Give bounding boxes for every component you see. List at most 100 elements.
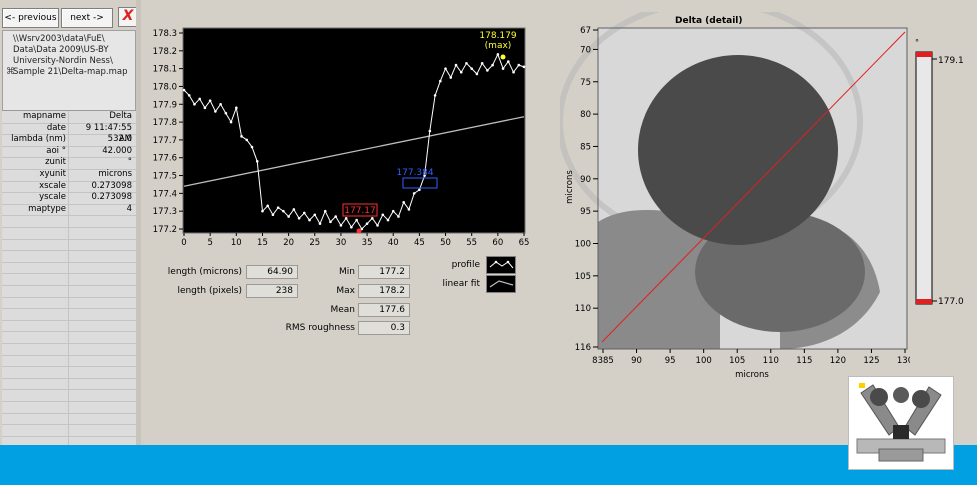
y-tick-label: 177.6 xyxy=(153,154,177,164)
map-x-tick-label: 120 xyxy=(830,356,846,366)
profile-point xyxy=(219,102,222,106)
x-tick-label: 5 xyxy=(207,238,212,248)
profile-point xyxy=(308,218,311,222)
property-row xyxy=(2,424,136,437)
legend-profile-icon[interactable] xyxy=(486,256,516,274)
profile-point xyxy=(475,72,479,76)
max-label: Max xyxy=(336,286,355,296)
map-x-label: microns xyxy=(735,370,769,380)
max-value-label: 178.179 xyxy=(479,31,516,41)
x-axis-ticks: 0 5 10 15 20 25 30 35 40 45 50 55 60 65 xyxy=(181,233,529,248)
profile-point xyxy=(350,225,353,229)
cursor-value-label: 177.384 xyxy=(396,168,433,178)
profile-point xyxy=(428,129,432,133)
properties-table: mapname Delta date 9 11:47:55 AM lambda (nm)… xyxy=(2,110,136,446)
profile-point xyxy=(371,217,374,220)
profile-point xyxy=(266,204,269,208)
ellipsometer-icon xyxy=(856,383,946,462)
profile-point xyxy=(365,222,369,225)
profile-point xyxy=(198,97,201,101)
property-key: maptype xyxy=(28,203,66,214)
profile-point xyxy=(496,53,500,56)
colorbar-min-handle[interactable] xyxy=(916,299,932,304)
instrument-thumbnail xyxy=(848,376,954,470)
profile-point xyxy=(276,206,280,209)
profile-point xyxy=(261,209,264,213)
profile-point xyxy=(193,102,196,106)
colorbar-max-handle[interactable] xyxy=(916,52,932,57)
length-microns-value: 64.90 xyxy=(246,265,298,279)
particle-large xyxy=(638,55,838,245)
max-tag-label: (max) xyxy=(485,41,512,51)
legend-linear-fit-icon[interactable] xyxy=(486,275,516,293)
y-tick-label: 178.1 xyxy=(153,65,177,75)
profile-point xyxy=(329,220,332,224)
profile-point xyxy=(470,67,473,70)
property-value: Delta xyxy=(109,111,132,121)
map-y-tick-label: 105 xyxy=(575,272,591,282)
profile-point xyxy=(480,61,484,65)
profile-point xyxy=(323,209,327,213)
map-y-tick-label: 110 xyxy=(575,304,591,314)
profile-point xyxy=(501,67,505,70)
bottom-bar xyxy=(0,445,977,485)
colorbar: ° 179.1 177.0 xyxy=(915,38,964,307)
property-key: mapname xyxy=(23,111,66,121)
length-pixels-value: 238 xyxy=(246,284,298,298)
y-tick-label: 177.4 xyxy=(153,189,177,199)
map-x-tick-label: 100 xyxy=(696,356,712,366)
colorbar-scale[interactable] xyxy=(915,51,933,305)
mean-value: 177.6 xyxy=(358,303,410,317)
plot-area xyxy=(182,27,526,234)
close-button[interactable]: X xyxy=(118,7,138,27)
map-y-tick-label: 90 xyxy=(580,175,591,185)
profile-point xyxy=(187,94,191,97)
map-y-tick-label: 70 xyxy=(580,45,591,55)
property-key: xscale xyxy=(39,180,66,191)
profile-point xyxy=(355,218,358,222)
profile-point xyxy=(203,106,207,110)
profile-point xyxy=(334,215,337,218)
map-y-tick-label: 75 xyxy=(580,78,591,88)
property-key: lambda (nm) xyxy=(11,134,66,145)
x-tick-label: 15 xyxy=(257,238,268,248)
profile-point xyxy=(240,135,243,138)
mean-label: Mean xyxy=(330,305,355,315)
profile-point xyxy=(214,110,217,113)
map-y-tick-label: 100 xyxy=(575,239,591,249)
profile-point xyxy=(454,63,458,67)
max-marker xyxy=(500,54,506,60)
min-value-label: 177.17 xyxy=(344,206,376,216)
max-value: 178.2 xyxy=(358,284,410,298)
property-value: 4 xyxy=(126,203,132,214)
property-value: 532.0 xyxy=(107,134,132,145)
profile-point xyxy=(282,209,285,213)
profile-point xyxy=(235,106,238,110)
profile-point xyxy=(491,63,494,67)
profile-point xyxy=(224,111,228,115)
map-x-tick-label: 95 xyxy=(665,356,676,366)
x-tick-label: 30 xyxy=(336,238,347,248)
previous-button[interactable]: <- previous xyxy=(2,8,59,28)
colorbar-max-label: 179.1 xyxy=(938,56,964,66)
property-value: microns xyxy=(98,169,132,179)
profile-point xyxy=(376,224,379,227)
next-button[interactable]: next -> xyxy=(61,8,113,28)
property-value: 42.000 xyxy=(102,145,132,156)
map-x-tick-label: 130 xyxy=(897,356,910,366)
x-tick-label: 25 xyxy=(309,238,320,248)
x-tick-label: 0 xyxy=(181,238,186,248)
map-x-tick-label: 115 xyxy=(796,356,812,366)
x-tick-label: 60 xyxy=(492,238,503,248)
map-y-label: microns xyxy=(565,170,575,204)
y-tick-label: 177.8 xyxy=(153,118,177,128)
profile-point xyxy=(449,76,453,79)
map-x-tick-label: 8385 xyxy=(592,356,614,366)
y-tick-label: 178.3 xyxy=(153,29,177,39)
map-x-tick-label: 125 xyxy=(863,356,879,366)
profile-point xyxy=(381,213,385,217)
legend-profile-label: profile xyxy=(451,260,480,270)
y-tick-label: 178.0 xyxy=(153,82,177,92)
x-tick-label: 40 xyxy=(388,238,399,248)
file-path-text: \\Wsrv2003\data\FuE\ Data\Data 2009\US-B… xyxy=(13,34,128,77)
